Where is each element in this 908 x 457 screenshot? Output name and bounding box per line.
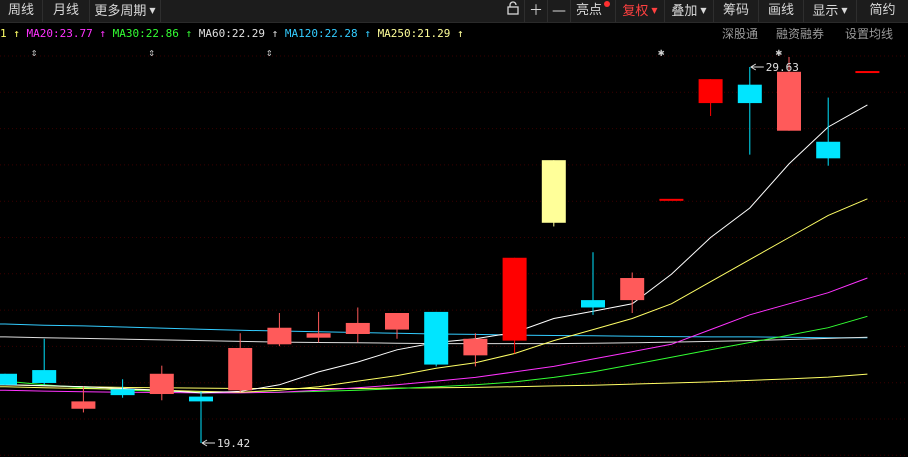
candle-body (110, 389, 135, 396)
candle-body (32, 370, 57, 383)
monthly-tab[interactable]: 月线 (43, 0, 90, 22)
monthly-tab-label: 月线 (52, 3, 79, 18)
candle-body (581, 300, 605, 308)
arrow-up-icon: ↑ (99, 27, 113, 40)
candle-body (816, 141, 841, 159)
candle-body (385, 313, 409, 330)
highlight-button[interactable]: 亮点 (571, 0, 616, 22)
overlay-label: 叠加 (671, 4, 698, 19)
highlight-label: 亮点 (575, 3, 602, 18)
weekly-tab[interactable]: 周线 (0, 0, 43, 22)
display-label: 显示 (812, 4, 839, 19)
candle-body (149, 373, 174, 395)
margin-trading-link[interactable]: 融资融券 (776, 24, 824, 44)
candle-body (541, 160, 566, 223)
arrow-up-icon: ↑ (13, 27, 27, 40)
arrow-up-icon: ↑ (271, 27, 285, 40)
candlestick-chart[interactable]: 29.63 19.42 ⇕ ⇕ ⇕ ✱ ✱ (0, 44, 908, 457)
asterisk-marker-icon: ✱ (658, 46, 665, 59)
candle-body (0, 373, 17, 385)
candle-body (777, 71, 801, 131)
candle-body (306, 333, 331, 338)
adjust-dropdown[interactable]: 复权 ▼ (616, 0, 665, 22)
kline-chart-window: { "toolbar": { "weekly": "周线", "monthly"… (0, 0, 908, 457)
legend-ma60: MA60:22.29 (198, 27, 265, 40)
candle-body (424, 311, 449, 365)
hk-connect-link[interactable]: 深股通 (722, 24, 758, 44)
more-periods-dropdown[interactable]: 更多周期 ▼ (90, 0, 161, 22)
candle-body (737, 84, 762, 104)
asterisk-marker-icon: ✱ (775, 46, 782, 59)
updown-marker-icon: ⇕ (266, 46, 273, 59)
display-dropdown[interactable]: 显示 ▼ (804, 0, 857, 22)
legend-lead: 1 (0, 27, 7, 40)
overlay-dropdown[interactable]: 叠加 ▼ (665, 0, 714, 22)
draw-button[interactable]: 画线 (759, 0, 804, 22)
updown-marker-icon: ⇕ (148, 46, 155, 59)
candle-body (620, 278, 645, 301)
arrow-up-icon: ↑ (185, 27, 199, 40)
chips-button[interactable]: 筹码 (714, 0, 759, 22)
arrow-up-icon: ↑ (457, 27, 464, 40)
updown-marker-icon: ⇕ (31, 46, 38, 59)
ma-settings-link[interactable]: 设置均线 (845, 24, 893, 44)
legend-ma20: MA20:23.77 (26, 27, 93, 40)
brief-button[interactable]: 简约 (857, 0, 908, 22)
more-periods-label: 更多周期 (94, 4, 147, 19)
arrow-up-icon: ↑ (364, 27, 378, 40)
ma-legend: 1 ↑ MA20:23.77 ↑ MA30:22.86 ↑ MA60:22.29… (0, 24, 464, 44)
candle-body (659, 198, 684, 201)
notification-dot-icon (604, 1, 610, 7)
candle-body (228, 347, 253, 391)
candle-body (267, 327, 292, 345)
legend-ma30: MA30:22.86 (112, 27, 179, 40)
chevron-down-icon: ▼ (841, 6, 848, 15)
chevron-down-icon: ▼ (149, 6, 156, 15)
chips-label: 筹码 (722, 3, 749, 18)
period-toolbar: 周线 月线 更多周期 ▼ ＋ — 亮点 复权 ▼ 叠加 ▼ 筹码 画线 显示 ▼ 简约 (0, 0, 908, 23)
legend-ma250: MA250:21.29 (377, 27, 451, 40)
chevron-down-icon: ▼ (700, 6, 707, 15)
brief-label: 简约 (869, 3, 896, 18)
zoom-in-icon[interactable]: ＋ (525, 0, 548, 22)
lock-icon-glyph (507, 1, 519, 15)
lock-icon[interactable] (502, 0, 525, 22)
zoom-out-icon[interactable]: — (548, 0, 571, 22)
candle-body (855, 71, 880, 74)
candle-body (502, 257, 527, 341)
adjust-label: 复权 (622, 4, 649, 19)
candle-body (698, 79, 723, 104)
draw-label: 画线 (767, 3, 794, 18)
candle-body (189, 396, 213, 402)
chevron-down-icon: ▼ (651, 6, 658, 15)
high-price-label: 29.63 (766, 61, 799, 74)
low-price-label: 19.42 (217, 437, 250, 450)
candle-body (463, 338, 488, 356)
weekly-tab-label: 周线 (7, 3, 34, 18)
legend-ma120: MA120:22.28 (284, 27, 358, 40)
candle-body (345, 322, 370, 334)
candle-body (71, 401, 96, 409)
